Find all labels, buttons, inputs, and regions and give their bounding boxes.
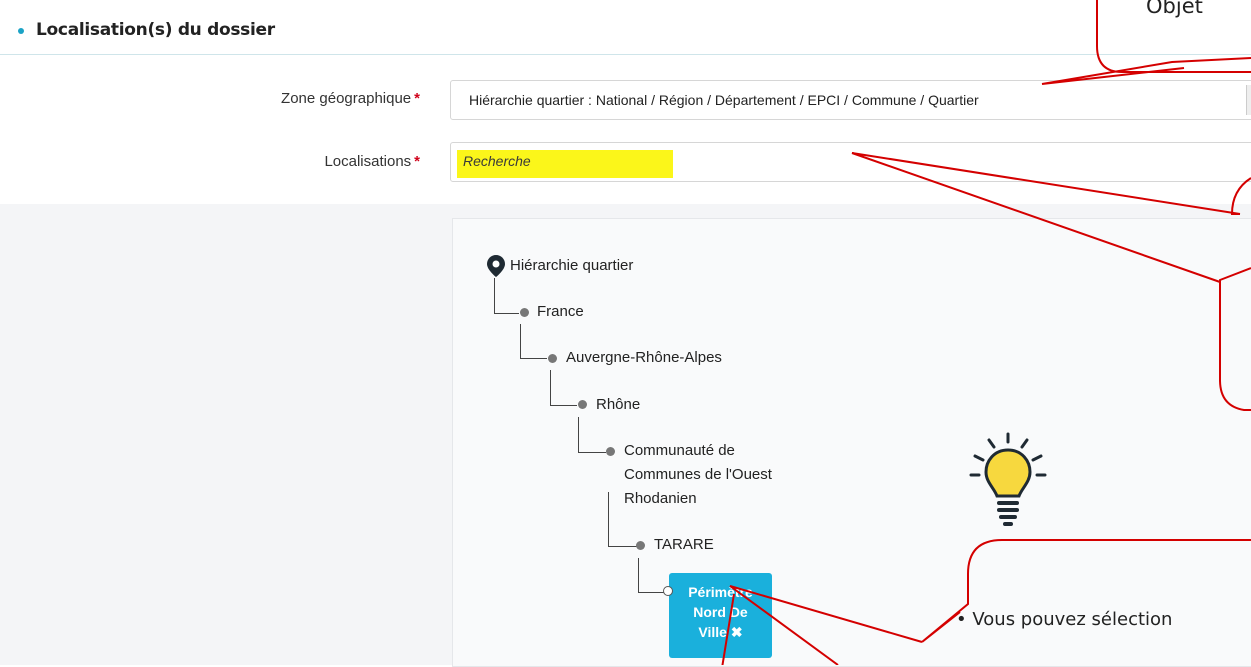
bottom-callout-bullet: • — [956, 609, 967, 630]
tree-node-dot — [578, 400, 587, 409]
tree-connector — [578, 417, 606, 453]
tree-connector — [520, 324, 547, 359]
zone-label: Zone géographique * — [250, 90, 420, 107]
localisations-search-input[interactable]: Recherche — [450, 142, 1251, 182]
zone-select-scrollbar[interactable] — [1246, 85, 1251, 115]
zone-select-value: Hiérarchie quartier : National / Région … — [469, 92, 979, 108]
tree-connector — [494, 278, 519, 314]
selected-line2: Nord De — [693, 604, 748, 620]
map-pin-icon — [487, 255, 505, 277]
tree-node-epci-line3[interactable]: Rhodanien — [624, 488, 697, 510]
zone-select[interactable]: Hiérarchie quartier : National / Région … — [450, 80, 1251, 120]
selected-node-dot — [663, 586, 673, 596]
tree-node-departement[interactable]: Rhône — [596, 394, 640, 416]
remove-selection-icon[interactable]: ✖ — [731, 624, 743, 640]
tree-node-commune[interactable]: TARARE — [654, 534, 714, 556]
tree-node-region[interactable]: Auvergne-Rhône-Alpes — [566, 347, 722, 369]
tree-node-dot — [606, 447, 615, 456]
tree-root-label: Hiérarchie quartier — [510, 257, 634, 274]
selected-quartier-tag[interactable]: Périmètre Nord De Ville ✖ — [669, 573, 772, 658]
zone-label-text: Zone géographique — [281, 90, 412, 107]
top-callout-text: Objet — [1146, 0, 1203, 18]
section-bullet-icon — [18, 28, 24, 34]
tree-panel — [452, 218, 1251, 667]
lightbulb-icon — [969, 432, 1047, 526]
section-title: Localisation(s) du dossier — [36, 20, 275, 40]
zone-required-mark: * — [414, 90, 420, 107]
selected-line3: Ville — [698, 624, 727, 640]
tree-node-france[interactable]: France — [537, 301, 584, 323]
localisations-label-text: Localisations — [324, 153, 412, 170]
tree-node-epci-line1[interactable]: Communauté de — [624, 440, 735, 462]
bottom-callout-body: Vous pouvez sélection — [972, 609, 1173, 630]
bottom-callout-text: • Vous pouvez sélection — [956, 609, 1172, 630]
tree-node-epci-line2[interactable]: Communes de l'Ouest — [624, 464, 772, 486]
localisations-required-mark: * — [414, 153, 420, 170]
localisations-label: Localisations * — [250, 153, 420, 170]
tree-node-dot — [636, 541, 645, 550]
search-placeholder: Recherche — [463, 153, 531, 169]
selected-line1: Périmètre — [688, 584, 753, 600]
tree-node-dot — [548, 354, 557, 363]
section-header: Localisation(s) du dossier — [0, 0, 1251, 55]
tree-connector — [550, 370, 577, 406]
tree-node-dot — [520, 308, 529, 317]
